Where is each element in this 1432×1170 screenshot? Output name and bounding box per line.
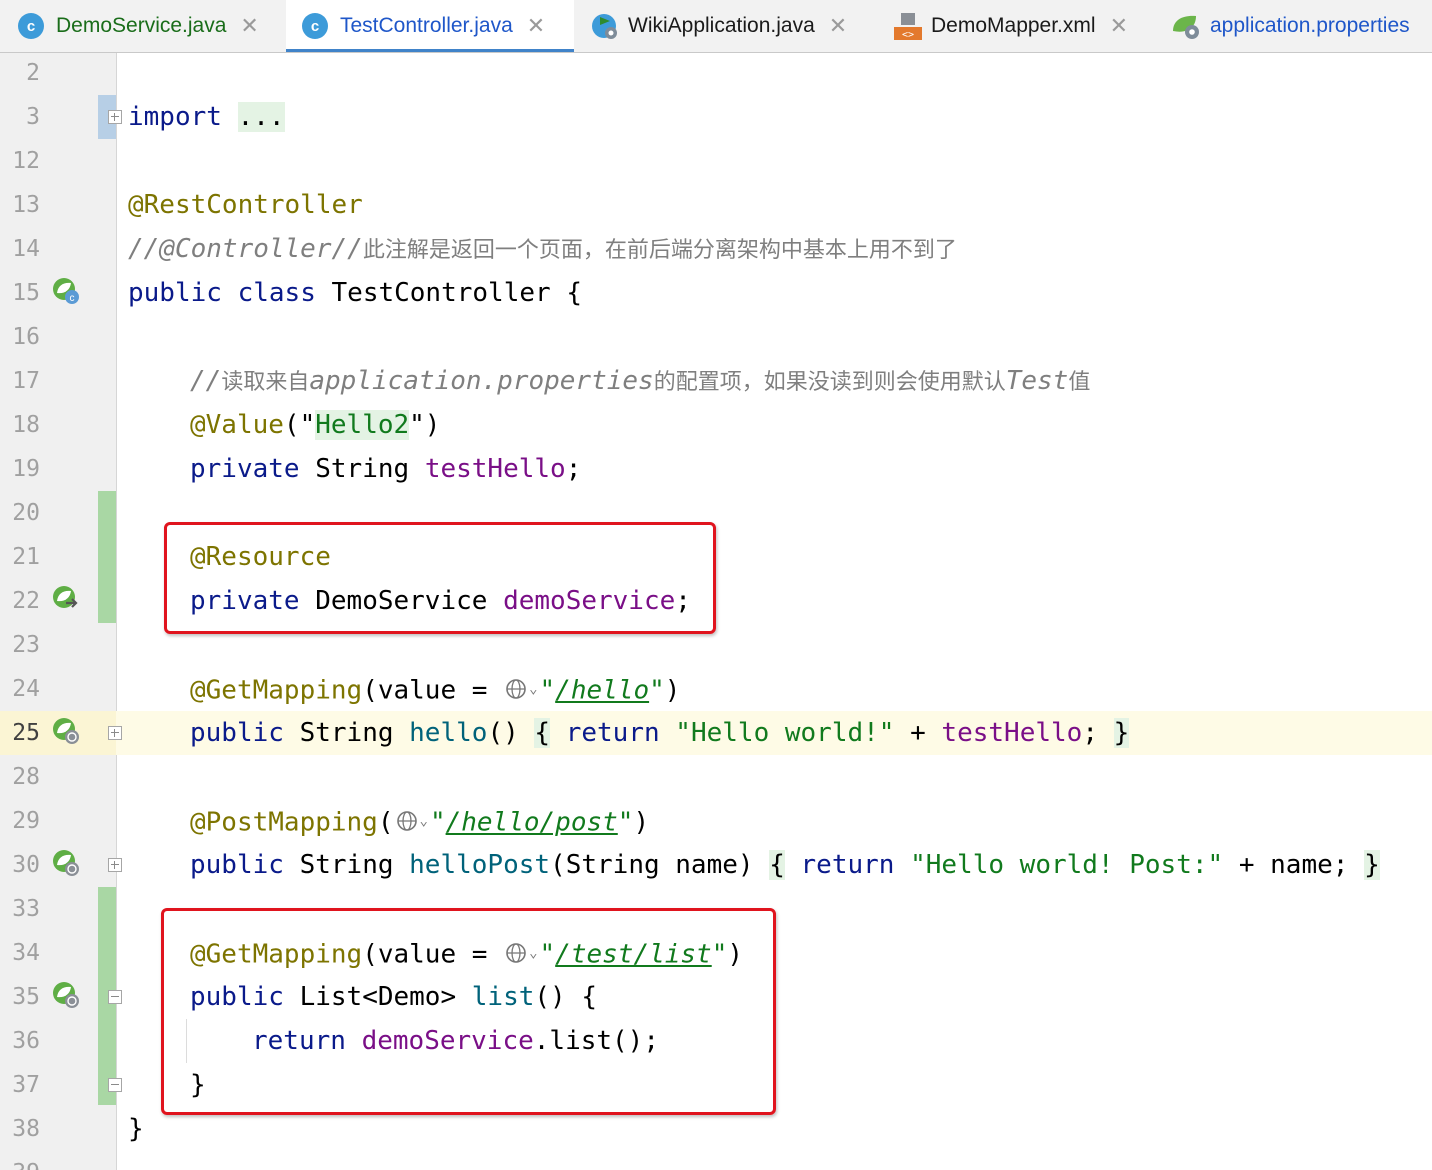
line-number: 2 [26, 60, 40, 86]
close-icon[interactable]: ✕ [527, 13, 545, 39]
tab-testcontroller[interactable]: c TestController.java ✕ [286, 0, 574, 52]
line-number: 22 [12, 588, 40, 614]
line-number: 15 [12, 280, 40, 306]
code-line-post-mapping[interactable]: @PostMapping(⌄"/hello/post") [190, 799, 649, 847]
close-icon[interactable]: ✕ [1110, 13, 1128, 39]
line-number: 12 [12, 148, 40, 174]
spring-boot-app-icon [592, 14, 617, 39]
spring-bean-icon[interactable]: c [52, 277, 80, 305]
java-class-icon: c [302, 13, 328, 39]
highlight-box-resource [164, 522, 716, 634]
line-number: 18 [12, 412, 40, 438]
line-number: 34 [12, 940, 40, 966]
line-number: 35 [12, 984, 40, 1010]
tab-label: WikiApplication.java [628, 14, 815, 37]
code-line-annotation[interactable]: @RestController [128, 183, 363, 227]
code-line-class-decl[interactable]: public class TestController { [128, 271, 582, 315]
tab-application-properties[interactable]: application.properties [1170, 0, 1410, 52]
tab-demomapper[interactable]: <> DemoMapper.xml ✕ [893, 0, 1128, 52]
code-line-comment[interactable]: //@Controller//此注解是返回一个页面，在前后端分离架构中基本上用不… [128, 227, 957, 273]
tab-label: application.properties [1210, 14, 1410, 37]
code-line-class-close[interactable]: } [128, 1107, 144, 1151]
line-number: 20 [12, 500, 40, 526]
line-number: 30 [12, 852, 40, 878]
fold-collapse-icon[interactable] [108, 990, 122, 1004]
spring-endpoint-icon[interactable] [52, 849, 80, 877]
endpoint-url[interactable]: /hello [555, 676, 649, 706]
code-line-field[interactable]: private String testHello; [190, 447, 581, 491]
line-number: 14 [12, 236, 40, 262]
chevron-down-icon[interactable]: ⌄ [529, 667, 537, 711]
line-number: 3 [26, 104, 40, 130]
fold-expand-icon[interactable] [108, 726, 122, 740]
code-line-value-annotation[interactable]: @Value("Hello2") [190, 403, 440, 447]
tab-label: TestController.java [340, 14, 513, 37]
code-line-comment[interactable]: //读取来自application.properties的配置项，如果没读到则会… [190, 359, 1090, 405]
line-number: 17 [12, 368, 40, 394]
code-line-hellopost-method[interactable]: public String helloPost(String name) { r… [190, 843, 1380, 887]
svg-text:<>: <> [902, 30, 914, 41]
chevron-down-icon[interactable]: ⌄ [420, 799, 428, 843]
close-icon[interactable]: ✕ [829, 13, 847, 39]
endpoint-url[interactable]: /hello/post [446, 808, 618, 838]
line-number: 19 [12, 456, 40, 482]
line-number: 29 [12, 808, 40, 834]
tab-label: DemoMapper.xml [931, 14, 1096, 37]
globe-icon[interactable] [505, 678, 527, 700]
highlight-box-list-endpoint [161, 908, 776, 1115]
line-number: 13 [12, 192, 40, 218]
line-number: 38 [12, 1116, 40, 1142]
fold-collapse-icon[interactable] [108, 1078, 122, 1092]
vcs-added-marker[interactable] [98, 491, 116, 623]
line-number: 36 [12, 1028, 40, 1054]
spring-autowired-icon[interactable] [52, 585, 80, 613]
line-number: 39 [0, 1151, 40, 1170]
tab-wikiapplication[interactable]: WikiApplication.java ✕ [590, 0, 847, 52]
code-line-get-mapping[interactable]: @GetMapping(value = ⌄"/hello") [190, 667, 680, 715]
line-number: 37 [12, 1072, 40, 1098]
code-line-import[interactable]: import ... [128, 95, 285, 139]
xml-file-icon: <> [894, 13, 922, 41]
svg-text:c: c [70, 293, 75, 304]
fold-expand-icon[interactable] [108, 858, 122, 872]
line-number: 28 [12, 764, 40, 790]
spring-endpoint-icon[interactable] [52, 981, 80, 1009]
tab-label: DemoService.java [56, 14, 227, 37]
globe-icon[interactable] [396, 810, 418, 832]
line-number: 33 [12, 896, 40, 922]
close-icon[interactable]: ✕ [240, 13, 258, 39]
code-line-hello-method[interactable]: public String hello() { return "Hello wo… [190, 711, 1130, 755]
line-number: 23 [12, 632, 40, 658]
spring-properties-icon [1173, 15, 1199, 39]
spring-endpoint-icon[interactable] [52, 717, 80, 745]
line-number: 16 [12, 324, 40, 350]
line-number: 21 [12, 544, 40, 570]
line-number: 25 [12, 720, 40, 746]
editor-tab-bar: c DemoService.java ✕ c TestController.ja… [0, 0, 1432, 53]
java-class-icon: c [18, 13, 44, 39]
line-number: 24 [12, 676, 40, 702]
tab-demoservice[interactable]: c DemoService.java ✕ [18, 0, 259, 52]
folded-imports[interactable]: ... [237, 102, 285, 132]
fold-expand-icon[interactable] [108, 110, 122, 124]
